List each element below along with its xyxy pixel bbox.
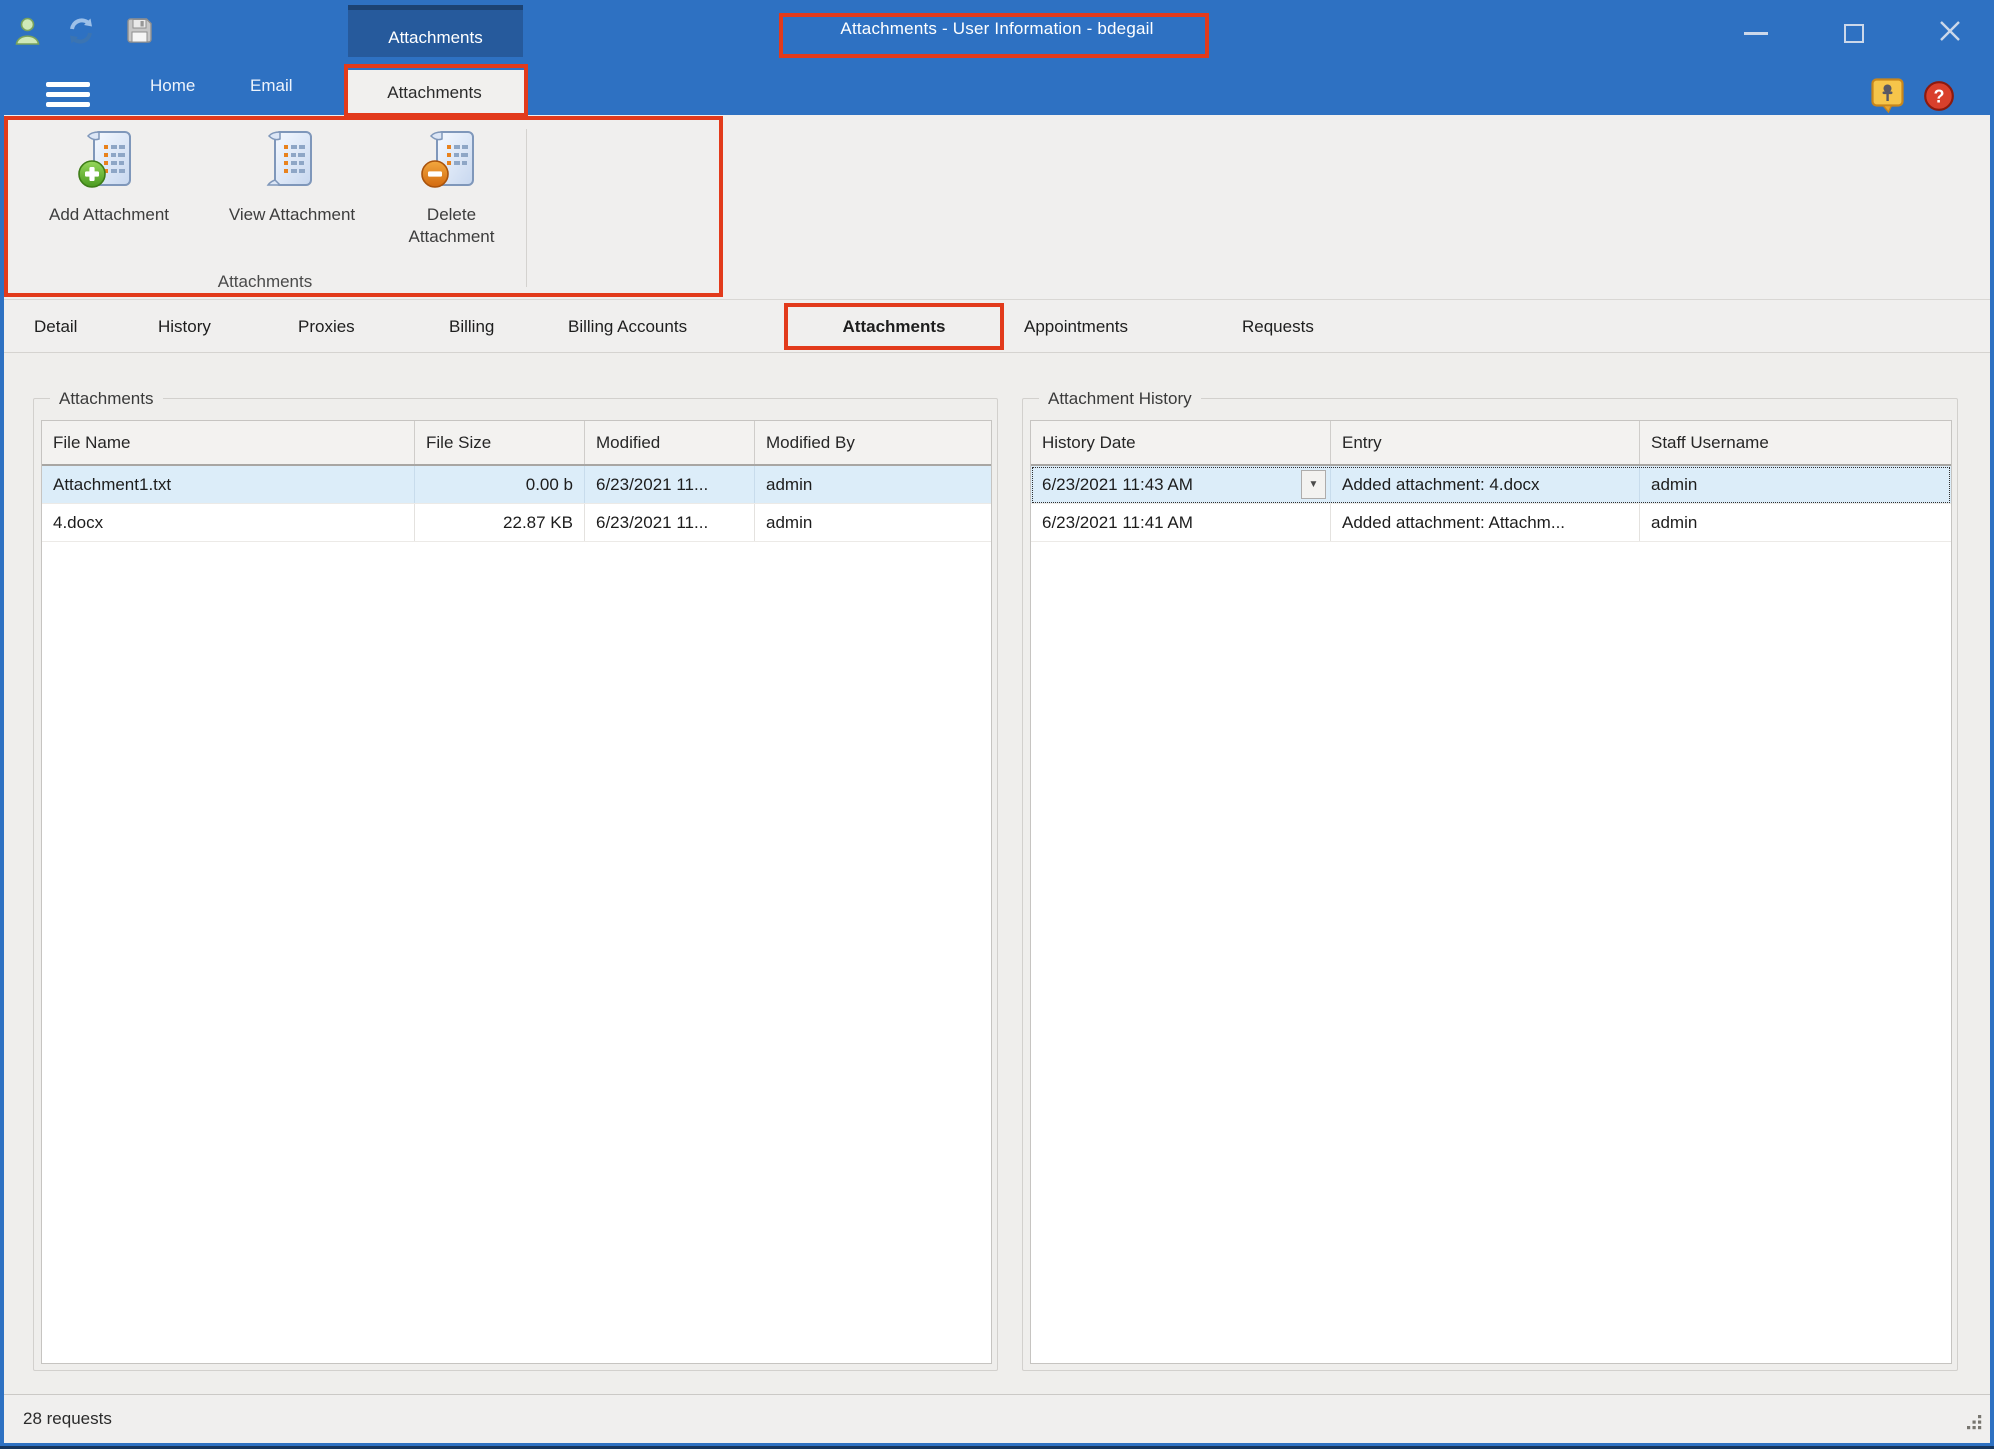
column-header-modified[interactable]: Modified	[585, 421, 755, 464]
ribbon-tab-row: Home Email Attachments ?	[0, 57, 1994, 115]
pin-note-button[interactable]	[1871, 78, 1905, 118]
ribbon-group-label: Attachments	[4, 272, 526, 292]
svg-text:?: ?	[1934, 87, 1945, 107]
content-area: Attachments File Name File Size Modified…	[4, 353, 1990, 1394]
attachments-group-label: Attachments	[50, 388, 163, 410]
cell-modified-by: admin	[755, 504, 991, 541]
add-attachment-icon	[77, 127, 141, 196]
history-grid: History Date Entry Staff Username 6/23/2…	[1030, 420, 1952, 1364]
close-button[interactable]	[1930, 18, 1970, 48]
menu-button[interactable]	[46, 82, 90, 112]
minimize-button[interactable]	[1736, 18, 1776, 48]
date-dropdown-button[interactable]: ▼	[1301, 470, 1326, 499]
ribbon-group-attachments: Add Attachment	[4, 115, 1990, 300]
history-grid-header: History Date Entry Staff Username	[1031, 421, 1951, 466]
history-row-2[interactable]: 6/23/2021 11:41 AM Added attachment: Att…	[1031, 504, 1951, 542]
cell-history-date: 6/23/2021 11:43 AM ▼	[1031, 466, 1331, 503]
ribbon-tab-attachments[interactable]: Attachments	[344, 70, 525, 115]
close-icon	[1938, 19, 1962, 48]
delete-attachment-icon	[420, 127, 484, 196]
tab-attachments[interactable]: Attachments	[784, 300, 1004, 353]
ribbon-tab-home[interactable]: Home	[150, 57, 195, 115]
tab-proxies[interactable]: Proxies	[298, 300, 355, 353]
status-text: 28 requests	[23, 1409, 112, 1429]
maximize-icon	[1844, 24, 1864, 43]
minimize-icon	[1744, 32, 1768, 35]
window-title: Attachments - User Information - bdegail	[0, 0, 1994, 57]
help-icon: ?	[1923, 99, 1955, 116]
attachments-groupbox: Attachments File Name File Size Modified…	[33, 398, 998, 1371]
column-header-history-date[interactable]: History Date	[1031, 421, 1331, 464]
hamburger-icon	[46, 82, 90, 87]
cell-file-size: 22.87 KB	[415, 504, 585, 541]
add-attachment-button[interactable]: Add Attachment	[19, 121, 199, 226]
tab-detail[interactable]: Detail	[34, 300, 77, 353]
cell-staff-username: admin	[1640, 466, 1951, 503]
page-tab-strip: Detail History Proxies Billing Billing A…	[4, 300, 1990, 353]
cell-staff-username: admin	[1640, 504, 1951, 541]
tab-requests[interactable]: Requests	[1242, 300, 1314, 353]
tab-appointments[interactable]: Appointments	[1024, 300, 1128, 353]
attachments-grid: File Name File Size Modified Modified By…	[41, 420, 992, 1364]
app-window: Attachments - User Information - bdegail…	[0, 0, 1994, 1449]
view-attachment-label: View Attachment	[229, 204, 355, 226]
ribbon-group-separator	[526, 129, 527, 287]
attachment-row-2[interactable]: 4.docx 22.87 KB 6/23/2021 11... admin	[42, 504, 991, 542]
cell-entry: Added attachment: Attachm...	[1331, 504, 1640, 541]
status-bar: 28 requests	[4, 1394, 1990, 1443]
cell-file-size: 0.00 b	[415, 466, 585, 503]
tab-history[interactable]: History	[158, 300, 211, 353]
ribbon-tab-email[interactable]: Email	[250, 57, 293, 115]
column-header-entry[interactable]: Entry	[1331, 421, 1640, 464]
column-header-modified-by[interactable]: Modified By	[755, 421, 991, 464]
column-header-file-name[interactable]: File Name	[42, 421, 415, 464]
cell-modified: 6/23/2021 11...	[585, 504, 755, 541]
attachment-row-1[interactable]: Attachment1.txt 0.00 b 6/23/2021 11... a…	[42, 466, 991, 504]
cell-file-name: Attachment1.txt	[42, 466, 415, 503]
delete-attachment-button[interactable]: Delete Attachment	[389, 121, 514, 248]
delete-attachment-label: Delete Attachment	[389, 204, 514, 248]
chevron-down-icon: ▼	[1309, 479, 1319, 490]
column-header-staff-username[interactable]: Staff Username	[1640, 421, 1951, 464]
cell-modified-by: admin	[755, 466, 991, 503]
add-attachment-label: Add Attachment	[49, 204, 169, 226]
history-group-label: Attachment History	[1039, 388, 1201, 410]
history-row-1[interactable]: 6/23/2021 11:43 AM ▼ Added attachment: 4…	[1031, 466, 1951, 504]
cell-file-name: 4.docx	[42, 504, 415, 541]
view-attachment-icon	[260, 127, 324, 196]
column-header-file-size[interactable]: File Size	[415, 421, 585, 464]
tab-billing[interactable]: Billing	[449, 300, 494, 353]
maximize-button[interactable]	[1834, 18, 1874, 48]
tab-billing-accounts[interactable]: Billing Accounts	[568, 300, 687, 353]
view-attachment-button[interactable]: View Attachment	[202, 121, 382, 226]
resize-grip-icon[interactable]	[1967, 1415, 1983, 1436]
cell-history-date: 6/23/2021 11:41 AM	[1031, 504, 1331, 541]
help-button[interactable]: ?	[1923, 80, 1955, 117]
history-groupbox: Attachment History History Date Entry St…	[1022, 398, 1958, 1371]
cell-entry: Added attachment: 4.docx	[1331, 466, 1640, 503]
attachments-grid-header: File Name File Size Modified Modified By	[42, 421, 991, 466]
cell-modified: 6/23/2021 11...	[585, 466, 755, 503]
title-bar: Attachments - User Information - bdegail…	[0, 0, 1994, 57]
